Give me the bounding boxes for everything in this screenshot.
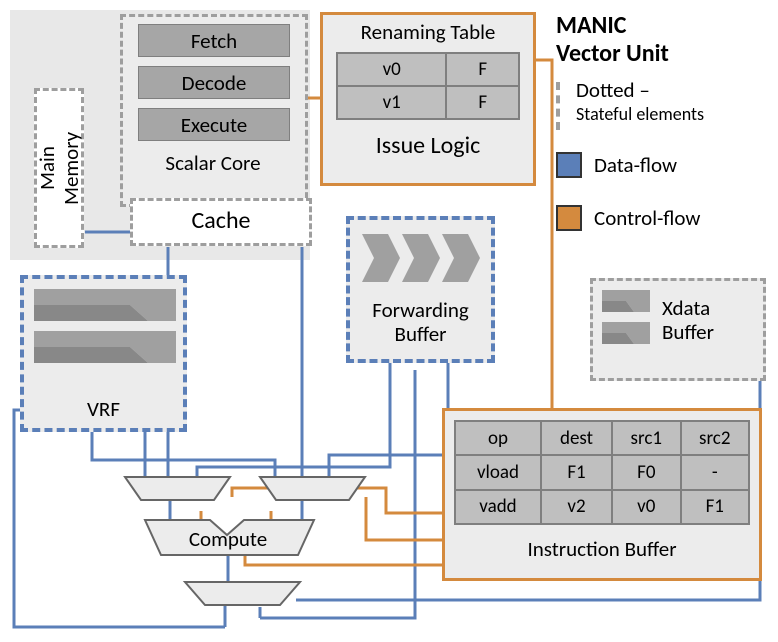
- ib-h3: src2: [681, 421, 749, 455]
- ib-r0c3: -: [681, 455, 749, 489]
- ib-r0c0: vload: [455, 455, 541, 489]
- ib-r1c0: vadd: [455, 490, 541, 524]
- ib-r1c1: v2: [541, 490, 612, 524]
- instrbuf-label: Instruction Buffer: [442, 537, 762, 561]
- ib-r1c3: F1: [681, 490, 749, 524]
- ib-h1: dest: [541, 421, 612, 455]
- ib-r1c2: v0: [612, 490, 680, 524]
- compute-label: Compute: [158, 527, 298, 551]
- ib-r0c1: F1: [541, 455, 612, 489]
- instr-table: op dest src1 src2 vload F1 F0 - vadd v2 …: [454, 420, 750, 525]
- ib-h2: src1: [612, 421, 680, 455]
- ib-r0c2: F0: [612, 455, 680, 489]
- ib-h0: op: [455, 421, 541, 455]
